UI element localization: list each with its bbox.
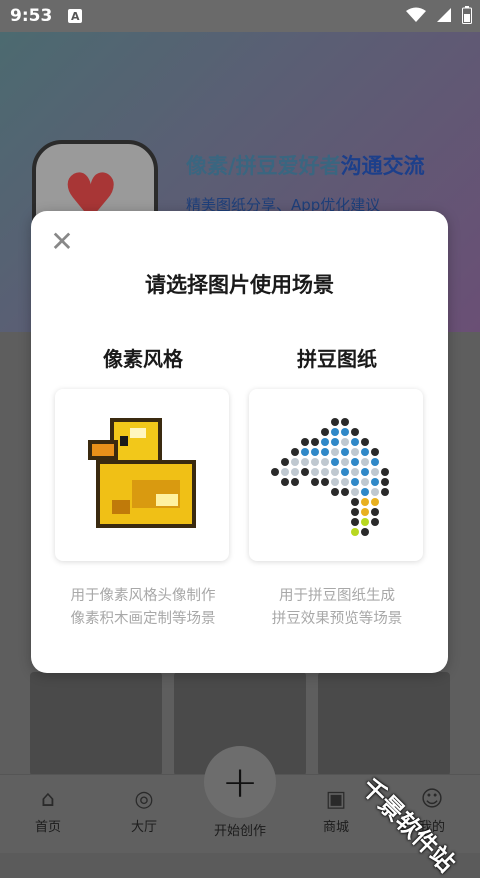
close-icon[interactable]: ✕ xyxy=(49,228,75,256)
status-bar: 9:53 A xyxy=(0,0,480,32)
create-button-label: 开始创作 xyxy=(213,824,266,839)
tab-hall-label: 大厅 xyxy=(130,820,157,835)
option-card[interactable] xyxy=(249,389,423,561)
tab-home[interactable]: ⌂ 首页 xyxy=(8,787,88,835)
bead-fish-icon xyxy=(271,418,389,536)
option-description: 用于拼豆图纸生成 拼豆效果预览等场景 xyxy=(249,585,425,631)
option-desc-line: 拼豆效果预览等场景 xyxy=(271,611,403,627)
banner-title-accent: 沟通交流 xyxy=(340,154,425,178)
scene-select-dialog: ✕ 请选择图片使用场景 像素风格 用于像素风格头像制作 像素积木画定制等场景 拼… xyxy=(31,211,448,673)
notification-icon: A xyxy=(68,9,83,23)
tab-mall-label: 商城 xyxy=(322,820,349,835)
plus-icon: + xyxy=(221,756,259,808)
tab-home-label: 首页 xyxy=(34,820,61,835)
option-label: 拼豆图纸 xyxy=(297,347,377,371)
option-pixel-style[interactable]: 像素风格 用于像素风格头像制作 像素积木画定制等场景 xyxy=(55,343,231,631)
option-desc-line: 像素积木画定制等场景 xyxy=(70,611,216,627)
tab-hall[interactable]: ◎ 大厅 xyxy=(104,787,184,835)
gallery-card[interactable] xyxy=(30,672,162,776)
pixel-duck-icon xyxy=(88,418,196,528)
option-label: 像素风格 xyxy=(103,347,183,371)
status-icons xyxy=(406,6,472,24)
signal-icon xyxy=(437,8,451,22)
option-description: 用于像素风格头像制作 像素积木画定制等场景 xyxy=(55,585,231,631)
dialog-title: 请选择图片使用场景 xyxy=(145,273,334,297)
option-bead-pattern[interactable]: 拼豆图纸 用于拼豆图纸生成 拼豆效果预览等场景 xyxy=(249,343,425,631)
wifi-icon xyxy=(406,7,426,22)
create-button[interactable]: + xyxy=(204,746,276,818)
status-time: 9:53 xyxy=(10,6,53,26)
banner-title: 像素/拼豆爱好者沟通交流 xyxy=(186,150,425,180)
banner-title-main: 像素/拼豆爱好者 xyxy=(186,154,341,178)
option-desc-line: 用于像素风格头像制作 xyxy=(70,588,216,604)
option-desc-line: 用于拼豆图纸生成 xyxy=(279,588,395,604)
planet-icon: ◎ xyxy=(134,787,154,812)
battery-icon xyxy=(462,6,472,24)
option-card[interactable] xyxy=(55,389,229,561)
home-icon: ⌂ xyxy=(41,787,55,812)
gallery-card[interactable] xyxy=(318,672,450,776)
